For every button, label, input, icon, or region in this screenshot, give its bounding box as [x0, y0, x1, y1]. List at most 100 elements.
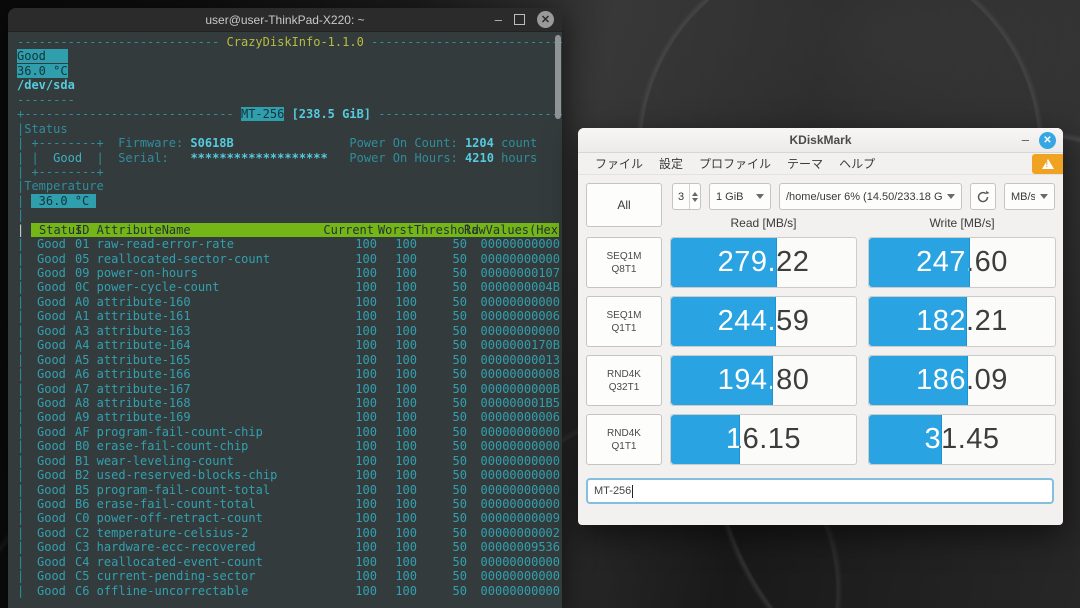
drive-name-input[interactable]: MT-256 [586, 478, 1054, 504]
close-icon[interactable]: ✕ [1039, 132, 1056, 149]
benchmark-test-button[interactable]: SEQ1M Q8T1 [586, 237, 662, 288]
terminal-text-segment [284, 107, 291, 121]
attr-rawvalue: 00000000009 [467, 511, 562, 525]
terminal-text-segment: | [17, 194, 31, 208]
kdiskmark-titlebar[interactable]: KDiskMark – ✕ [578, 128, 1063, 153]
terminal-line: /dev/sda [17, 78, 562, 92]
test-queue-threads: Q1T1 [611, 322, 636, 335]
benchmark-test-button[interactable]: RND4K Q1T1 [586, 414, 662, 465]
attr-status: Good [31, 237, 75, 251]
attr-id-name: 09 power-on-hours [75, 266, 325, 280]
terminal-line: ---------------------------- CrazyDiskIn… [17, 35, 562, 49]
menu-file[interactable]: ファイル [588, 153, 650, 174]
attr-status: Good [31, 454, 75, 468]
write-result-cell: 186.09 186.09 [868, 355, 1056, 406]
kdiskmark-window-title: KDiskMark [578, 133, 1063, 147]
attr-id-name: A4 attribute-164 [75, 338, 325, 352]
attr-status: Good [31, 367, 75, 381]
attr-status: Good [31, 439, 75, 453]
smart-table-row: | Good A9 attribute-169 100 100 50 00000… [17, 410, 562, 424]
attr-status: Good [31, 497, 75, 511]
smart-table-row: | Good B6 erase-fail-count-total 100 100… [17, 497, 562, 511]
attr-worst: 100 [377, 497, 417, 511]
terminal-text-segment: Temperature [24, 179, 103, 193]
spin-up-icon[interactable] [692, 192, 698, 196]
attr-worst: 100 [377, 309, 417, 323]
menu-help[interactable]: ヘルプ [832, 153, 882, 174]
attr-worst: 100 [377, 324, 417, 338]
test-queue-threads: Q1T1 [611, 440, 636, 453]
close-icon[interactable]: ✕ [537, 11, 554, 28]
test-size-select[interactable]: 1 GiB [709, 183, 771, 210]
smart-table-row: | Good B2 used-reserved-blocks-chip 100 … [17, 468, 562, 482]
attr-worst: 100 [377, 555, 417, 569]
target-drive-select[interactable]: /home/user 6% (14.50/233.18 G [779, 183, 962, 210]
minimize-icon[interactable]: – [495, 15, 502, 25]
menu-profile[interactable]: プロファイル [692, 153, 778, 174]
target-drive-value: /home/user 6% (14.50/233.18 G [786, 191, 942, 203]
write-result-cell: 182.21 182.21 [868, 296, 1056, 347]
unit-select[interactable]: MB/s [1004, 183, 1055, 210]
smart-table-row: | Good 05 reallocated-sector-count 100 1… [17, 252, 562, 266]
attr-status: Good [31, 309, 75, 323]
read-bar: 16.15 [671, 415, 740, 464]
attr-rawvalue: 00000000000 [467, 439, 562, 453]
attr-threshold: 50 [417, 382, 467, 396]
attr-current: 100 [325, 295, 377, 309]
terminal-text-segment: 36.0 °C [17, 64, 68, 78]
refresh-button[interactable] [970, 183, 996, 210]
smart-table-row: | Good C2 temperature-celsius-2 100 100 … [17, 526, 562, 540]
attr-current: 100 [325, 382, 377, 396]
spin-down-icon[interactable] [692, 198, 698, 202]
attr-rawvalue: 0000000000B [467, 382, 562, 396]
attr-rawvalue: 00000000000 [467, 324, 562, 338]
attr-id-name: B2 used-reserved-blocks-chip [75, 468, 325, 482]
attr-current: 100 [325, 584, 377, 598]
smart-table-row: | Good B5 program-fail-count-total 100 1… [17, 483, 562, 497]
smart-table-row: | Good A8 attribute-168 100 100 50 00000… [17, 396, 562, 410]
attr-current: 100 [325, 483, 377, 497]
attr-id-name: B5 program-fail-count-total [75, 483, 325, 497]
terminal-text-segment: ---------------------------- [17, 35, 219, 49]
attr-id-name: 0C power-cycle-count [75, 280, 325, 294]
terminal-window: user@user-ThinkPad-X220: ~ – ✕ ---------… [8, 8, 562, 608]
terminal-text-segment: +--------+ [31, 136, 103, 150]
terminal-titlebar[interactable]: user@user-ThinkPad-X220: ~ – ✕ [8, 8, 562, 32]
all-button[interactable]: All [586, 183, 662, 227]
write-result-cell: 31.45 31.45 [868, 414, 1056, 465]
attr-worst: 100 [377, 367, 417, 381]
attr-status: Good [31, 396, 75, 410]
kdiskmark-menubar: ファイル 設定 プロファイル テーマ ヘルプ [578, 153, 1063, 175]
benchmark-test-button[interactable]: SEQ1M Q1T1 [586, 296, 662, 347]
attr-worst: 100 [377, 280, 417, 294]
terminal-text-segment: | [17, 165, 31, 179]
attr-rawvalue: 0000000004B [467, 280, 562, 294]
smart-table-row: | Good A5 attribute-165 100 100 50 00000… [17, 353, 562, 367]
attr-status: Good [31, 511, 75, 525]
terminal-text-segment: Power On Hours: [349, 151, 465, 165]
terminal-text-segment [234, 136, 350, 150]
attr-threshold: 50 [417, 266, 467, 280]
menu-theme[interactable]: テーマ [780, 153, 830, 174]
warning-icon[interactable] [1032, 154, 1063, 174]
attr-id-name: C4 reallocated-event-count [75, 555, 325, 569]
terminal-content[interactable]: ---------------------------- CrazyDiskIn… [8, 32, 562, 608]
menu-settings[interactable]: 設定 [652, 153, 690, 174]
terminal-text-segment [104, 136, 118, 150]
attr-threshold: 50 [417, 280, 467, 294]
test-name: RND4K [607, 427, 641, 440]
attr-current: 100 [325, 454, 377, 468]
maximize-icon[interactable] [514, 14, 525, 25]
passes-stepper[interactable]: 3 [672, 183, 701, 210]
smart-table-row: | Good 0C power-cycle-count 100 100 50 0… [17, 280, 562, 294]
attr-threshold: 50 [417, 584, 467, 598]
smart-table-rows: | Good 01 raw-read-error-rate 100 100 50… [17, 237, 562, 598]
attr-current: 100 [325, 237, 377, 251]
benchmark-test-button[interactable]: RND4K Q32T1 [586, 355, 662, 406]
attr-rawvalue: 00000000000 [467, 237, 562, 251]
minimize-icon[interactable]: – [1022, 136, 1029, 144]
attr-rawvalue: 00000000107 [467, 266, 562, 280]
read-bar: 194.80 [671, 356, 773, 405]
terminal-scrollbar[interactable] [555, 35, 561, 119]
terminal-text-segment: -------------------------- [371, 107, 562, 121]
